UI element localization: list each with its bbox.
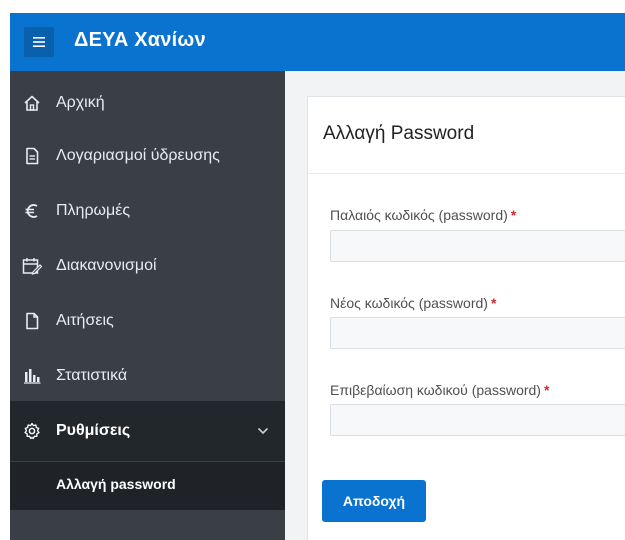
confirm-password-label-text: Επιβεβαίωση κωδικού (password) — [330, 382, 541, 398]
file-icon — [22, 311, 42, 331]
calendar-edit-icon — [22, 256, 42, 276]
old-password-label-text: Παλαιός κωδικός (password) — [330, 207, 508, 223]
sidebar-item-label: Λογαριασμοί ύδρευσης — [56, 146, 220, 164]
sidebar-item-label: Ρυθμίσεις — [56, 422, 131, 439]
app-window: ΔΕΥΑ Χανίων Αρχική Λογαριασμοί ύδρευσης … — [0, 0, 625, 540]
page-title: Αλλαγή Password — [323, 123, 475, 144]
euro-icon — [22, 201, 42, 221]
home-icon — [22, 93, 42, 113]
main-content: Αλλαγή Password Παλαιός κωδικός (passwor… — [285, 71, 625, 540]
sidebar-item-label: Πληρωμές — [56, 201, 131, 219]
sidebar-item-water-bills[interactable]: Λογαριασμοί ύδρευσης — [10, 128, 285, 183]
settings-submenu: Αλλαγή password — [10, 462, 285, 510]
sidebar-item-settings[interactable]: Ρυθμίσεις — [10, 401, 285, 461]
old-password-input[interactable] — [330, 230, 625, 262]
sidebar-item-label: Διακανονισμοί — [56, 256, 157, 274]
bar-chart-icon — [22, 366, 42, 386]
accept-button[interactable]: Αποδοχή — [322, 480, 426, 522]
chevron-down-icon — [257, 422, 269, 440]
sidebar-item-label: Αρχική — [56, 93, 105, 111]
sidebar-item-requests[interactable]: Αιτήσεις — [10, 293, 285, 348]
sidebar-nav: Αρχική Λογαριασμοί ύδρευσης Πληρωμές Δια… — [10, 71, 285, 540]
hamburger-menu-button[interactable] — [24, 27, 54, 57]
confirm-password-input[interactable] — [330, 404, 625, 436]
required-asterisk: * — [490, 295, 497, 311]
sidebar-item-home[interactable]: Αρχική — [10, 75, 285, 130]
change-password-card: Αλλαγή Password Παλαιός κωδικός (passwor… — [307, 96, 625, 540]
top-header: ΔΕΥΑ Χανίων — [10, 13, 625, 71]
sidebar-item-statistics[interactable]: Στατιστικά — [10, 348, 285, 403]
new-password-label: Νέος κωδικός (password) * — [330, 295, 496, 311]
sidebar-item-label: Στατιστικά — [56, 366, 128, 384]
sidebar-item-arrangements[interactable]: Διακανονισμοί — [10, 238, 285, 293]
confirm-password-label: Επιβεβαίωση κωδικού (password) * — [330, 382, 549, 398]
app-title[interactable]: ΔΕΥΑ Χανίων — [74, 29, 206, 52]
hamburger-icon — [33, 37, 45, 47]
old-password-label: Παλαιός κωδικός (password) * — [330, 207, 516, 223]
document-icon — [22, 146, 42, 166]
required-asterisk: * — [510, 207, 517, 223]
sidebar-subitem-change-password[interactable]: Αλλαγή password — [56, 476, 176, 492]
sidebar-item-label: Αιτήσεις — [56, 311, 114, 329]
new-password-label-text: Νέος κωδικός (password) — [330, 295, 488, 311]
gear-icon — [22, 421, 42, 441]
required-asterisk: * — [543, 382, 550, 398]
new-password-input[interactable] — [330, 317, 625, 349]
card-divider — [308, 173, 625, 174]
sidebar-item-payments[interactable]: Πληρωμές — [10, 183, 285, 238]
